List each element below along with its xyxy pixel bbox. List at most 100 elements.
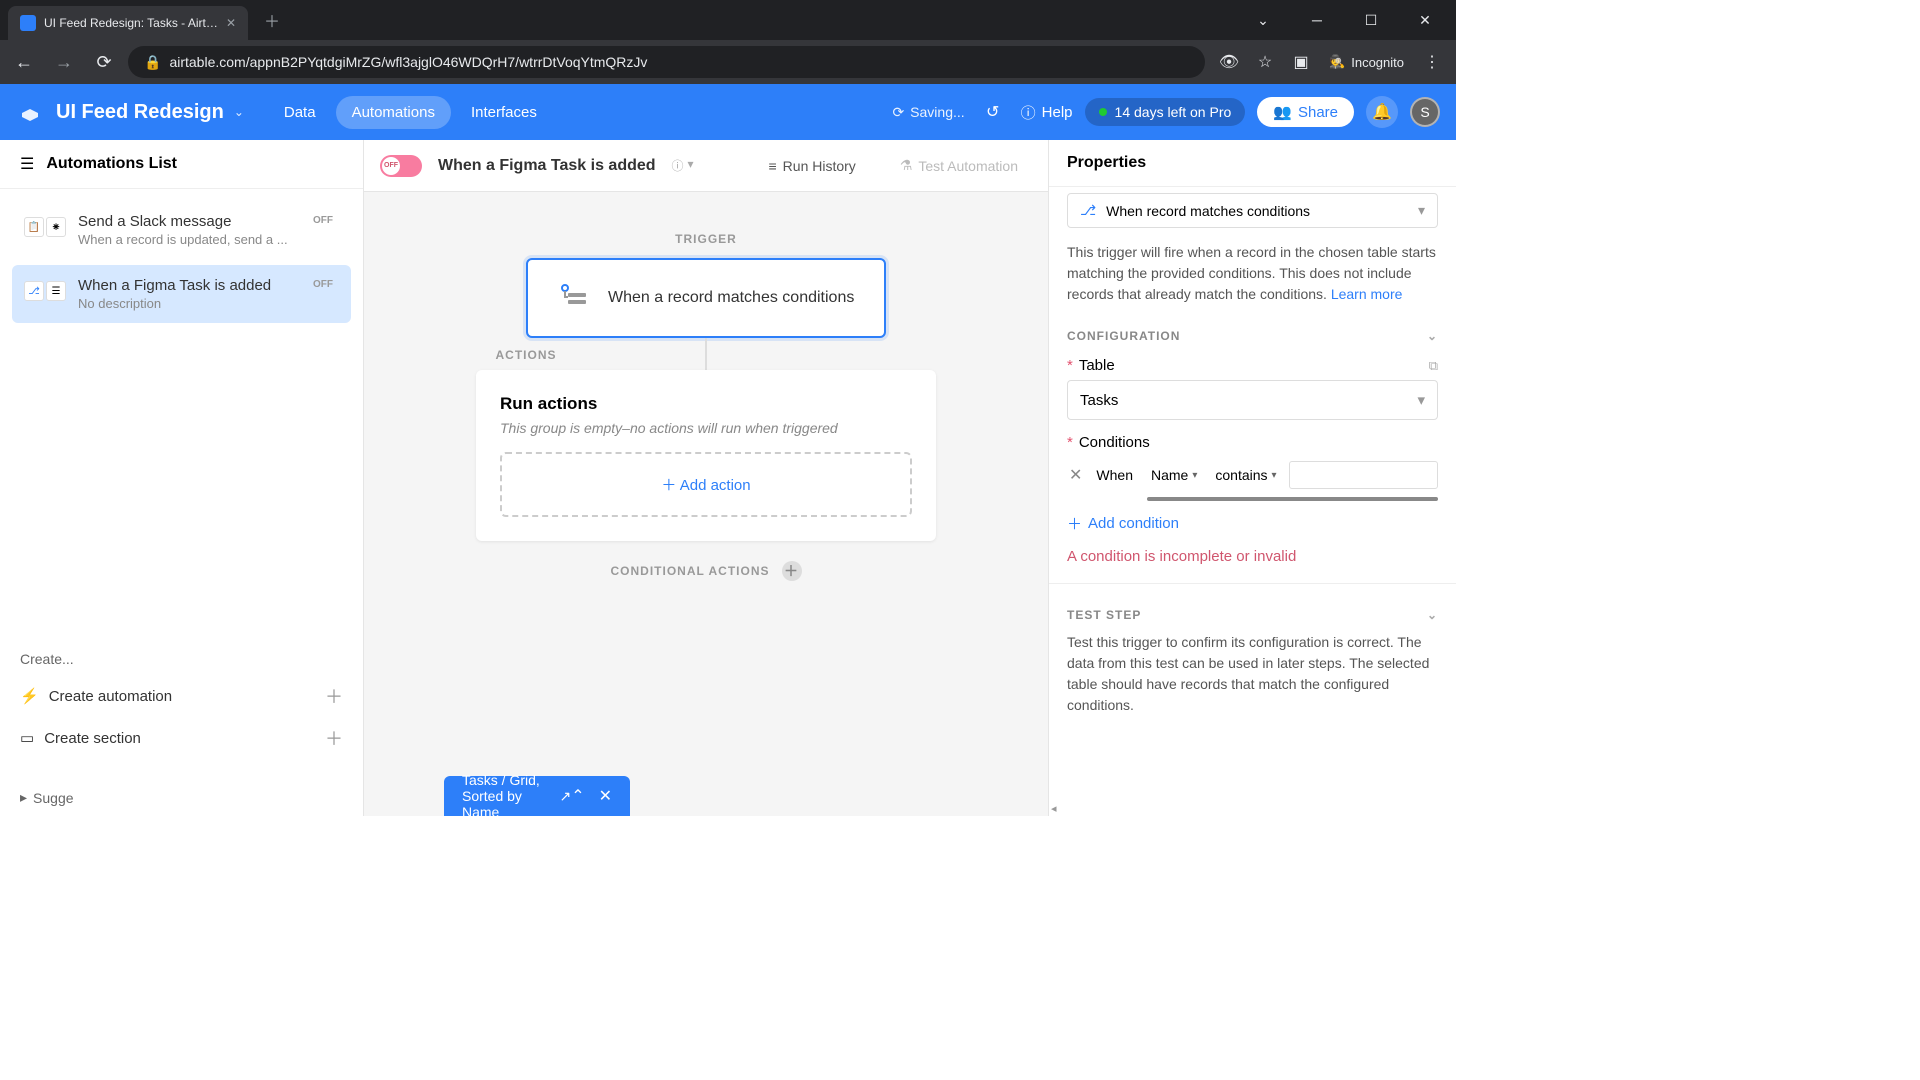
forward-button[interactable]: → <box>48 46 80 78</box>
browser-tab[interactable]: UI Feed Redesign: Tasks - Airtabl ✕ <box>8 6 248 40</box>
chevron-down-icon[interactable]: ⌄ <box>1240 4 1286 36</box>
eye-off-icon[interactable]: 👁 <box>1213 46 1245 78</box>
spinner-icon: ⟳ <box>892 104 904 121</box>
extensions-icon[interactable]: ▣ <box>1285 46 1317 78</box>
window-close-button[interactable]: ✕ <box>1402 4 1448 36</box>
table-value: Tasks <box>1080 392 1118 409</box>
flow-area: TRIGGER When a record matches conditions… <box>364 192 1048 816</box>
actions-title: Run actions <box>500 394 912 414</box>
automation-canvas: OFF When a Figma Task is added ⓘ ▾ ≡ Run… <box>364 140 1048 816</box>
help-icon: ⓘ <box>1021 102 1036 123</box>
automation-icons: ⎇ ☰ <box>24 277 68 305</box>
chevron-down-icon: ▾ <box>1418 202 1425 219</box>
create-automation-button[interactable]: ⚡ Create automation ＋ <box>20 675 343 717</box>
automation-name: When a Figma Task is added <box>78 277 297 294</box>
lock-icon: 🔒 <box>144 54 161 71</box>
info-icon[interactable]: ⓘ <box>672 157 684 174</box>
trial-badge[interactable]: 14 days left on Pro <box>1085 98 1246 126</box>
plus-icon: ＋ <box>1067 513 1082 534</box>
url-field[interactable]: 🔒 airtable.com/appnB2PYqtdgiMrZG/wfl3ajg… <box>128 46 1205 78</box>
incognito-label: Incognito <box>1351 55 1404 70</box>
back-button[interactable]: ← <box>8 46 40 78</box>
bottom-toast: Tasks / Grid, Sorted by Name ↗ ⌃ ✕ <box>444 776 630 816</box>
saving-text: Saving... <box>910 104 964 120</box>
menu-icon[interactable]: ⋮ <box>1416 46 1448 78</box>
scroll-left-icon[interactable]: ◂ <box>1051 802 1057 815</box>
condition-error: A condition is incomplete or invalid <box>1067 548 1438 565</box>
base-title[interactable]: UI Feed Redesign <box>56 101 224 124</box>
close-toast-icon[interactable]: ✕ <box>599 786 612 806</box>
new-tab-button[interactable]: ＋ <box>264 8 280 32</box>
automation-item-figma[interactable]: ⎇ ☰ When a Figma Task is added No descri… <box>12 265 351 323</box>
add-action-button[interactable]: ＋ Add action <box>500 452 912 517</box>
collapse-icon[interactable]: ⌄ <box>1427 329 1438 343</box>
condition-value-input[interactable] <box>1289 461 1438 489</box>
suggested-row[interactable]: ▸ Sugge <box>0 779 363 816</box>
table-select[interactable]: Tasks ▾ <box>1067 380 1438 420</box>
bookmark-icon[interactable]: ☆ <box>1249 46 1281 78</box>
base-menu-chevron-icon[interactable]: ⌄ <box>234 105 244 119</box>
operator-value: contains <box>1215 467 1267 483</box>
minimize-button[interactable]: ─ <box>1294 4 1340 36</box>
divider <box>1049 583 1456 584</box>
automation-item-slack[interactable]: 📋 ⁕ Send a Slack message When a record i… <box>12 201 351 259</box>
horizontal-scrollbar[interactable] <box>1147 497 1438 501</box>
airtable-logo-icon[interactable] <box>16 98 44 126</box>
create-section: Create... ⚡ Create automation ＋ ▭ Create… <box>0 643 363 779</box>
when-label: When <box>1090 463 1139 487</box>
automation-toggle[interactable]: OFF <box>380 155 422 177</box>
incognito-icon: 🕵️ <box>1329 54 1345 70</box>
operator-select[interactable]: contains ▾ <box>1209 463 1282 487</box>
share-button[interactable]: 👥 Share <box>1257 97 1354 127</box>
external-link-icon[interactable]: ↗ <box>559 788 571 805</box>
run-history-label: Run History <box>783 158 856 174</box>
remove-condition-button[interactable]: ✕ <box>1067 463 1084 487</box>
automation-title[interactable]: When a Figma Task is added <box>438 157 656 175</box>
field-select[interactable]: Name ▾ <box>1145 463 1203 487</box>
reload-button[interactable]: ⟳ <box>88 46 120 78</box>
add-condition-button[interactable]: ＋ Add condition <box>1067 513 1438 534</box>
trigger-card[interactable]: When a record matches conditions <box>526 258 886 338</box>
folder-icon: ▭ <box>20 729 34 747</box>
chevron-down-icon: ▾ <box>1417 391 1425 409</box>
close-tab-icon[interactable]: ✕ <box>226 16 236 30</box>
sidebar-title: Automations List <box>46 155 177 173</box>
collapse-icon[interactable]: ⌄ <box>1427 608 1438 622</box>
chevron-down-icon: ▾ <box>1272 470 1277 481</box>
actions-section-label: ACTIONS <box>496 348 557 362</box>
trigger-description: This trigger will fire when a record in … <box>1067 242 1438 305</box>
configuration-header: CONFIGURATION ⌄ <box>1067 329 1438 343</box>
hamburger-icon[interactable]: ☰ <box>20 154 34 174</box>
help-label: Help <box>1042 104 1073 121</box>
user-avatar[interactable]: S <box>1410 97 1440 127</box>
automation-desc: When a record is updated, send a ... <box>78 232 297 247</box>
dropdown-icon[interactable]: ▾ <box>688 157 694 174</box>
maximize-button[interactable]: ☐ <box>1348 4 1394 36</box>
add-conditional-button[interactable]: ＋ <box>782 561 802 581</box>
trial-text: 14 days left on Pro <box>1115 104 1232 120</box>
bolt-icon: ⚡ <box>20 687 39 705</box>
url-text: airtable.com/appnB2PYqtdgiMrZG/wfl3ajglO… <box>169 54 647 70</box>
create-header: Create... <box>20 651 343 667</box>
history-icon[interactable]: ↺ <box>977 96 1009 128</box>
table-field-label: * Table ⧉ <box>1067 357 1438 374</box>
create-section-button[interactable]: ▭ Create section ＋ <box>20 717 343 759</box>
actions-empty-text: This group is empty–no actions will run … <box>500 420 912 436</box>
browser-tab-strip: UI Feed Redesign: Tasks - Airtabl ✕ ＋ ⌄ … <box>0 0 1456 40</box>
nav-interfaces[interactable]: Interfaces <box>455 96 553 129</box>
nav-data[interactable]: Data <box>268 96 332 129</box>
run-history-button[interactable]: ≡ Run History <box>755 152 870 180</box>
notifications-button[interactable]: 🔔 <box>1366 96 1398 128</box>
expand-toast-icon[interactable]: ⌃ <box>571 786 584 806</box>
copy-icon[interactable]: ⧉ <box>1429 358 1438 374</box>
trigger-text: When a record matches conditions <box>608 289 854 307</box>
learn-more-link[interactable]: Learn more <box>1331 286 1403 302</box>
automations-sidebar: ☰ Automations List 📋 ⁕ Send a Slack mess… <box>0 140 364 816</box>
sidebar-header: ☰ Automations List <box>0 140 363 189</box>
test-automation-button[interactable]: ⚗ Test Automation <box>886 151 1032 180</box>
trigger-section-label: TRIGGER <box>675 232 737 246</box>
trigger-type-select[interactable]: ⎇ When record matches conditions ▾ <box>1067 193 1438 228</box>
help-button[interactable]: ⓘ Help <box>1021 102 1073 123</box>
conditions-label: Conditions <box>1079 434 1150 451</box>
nav-automations[interactable]: Automations <box>336 96 451 129</box>
